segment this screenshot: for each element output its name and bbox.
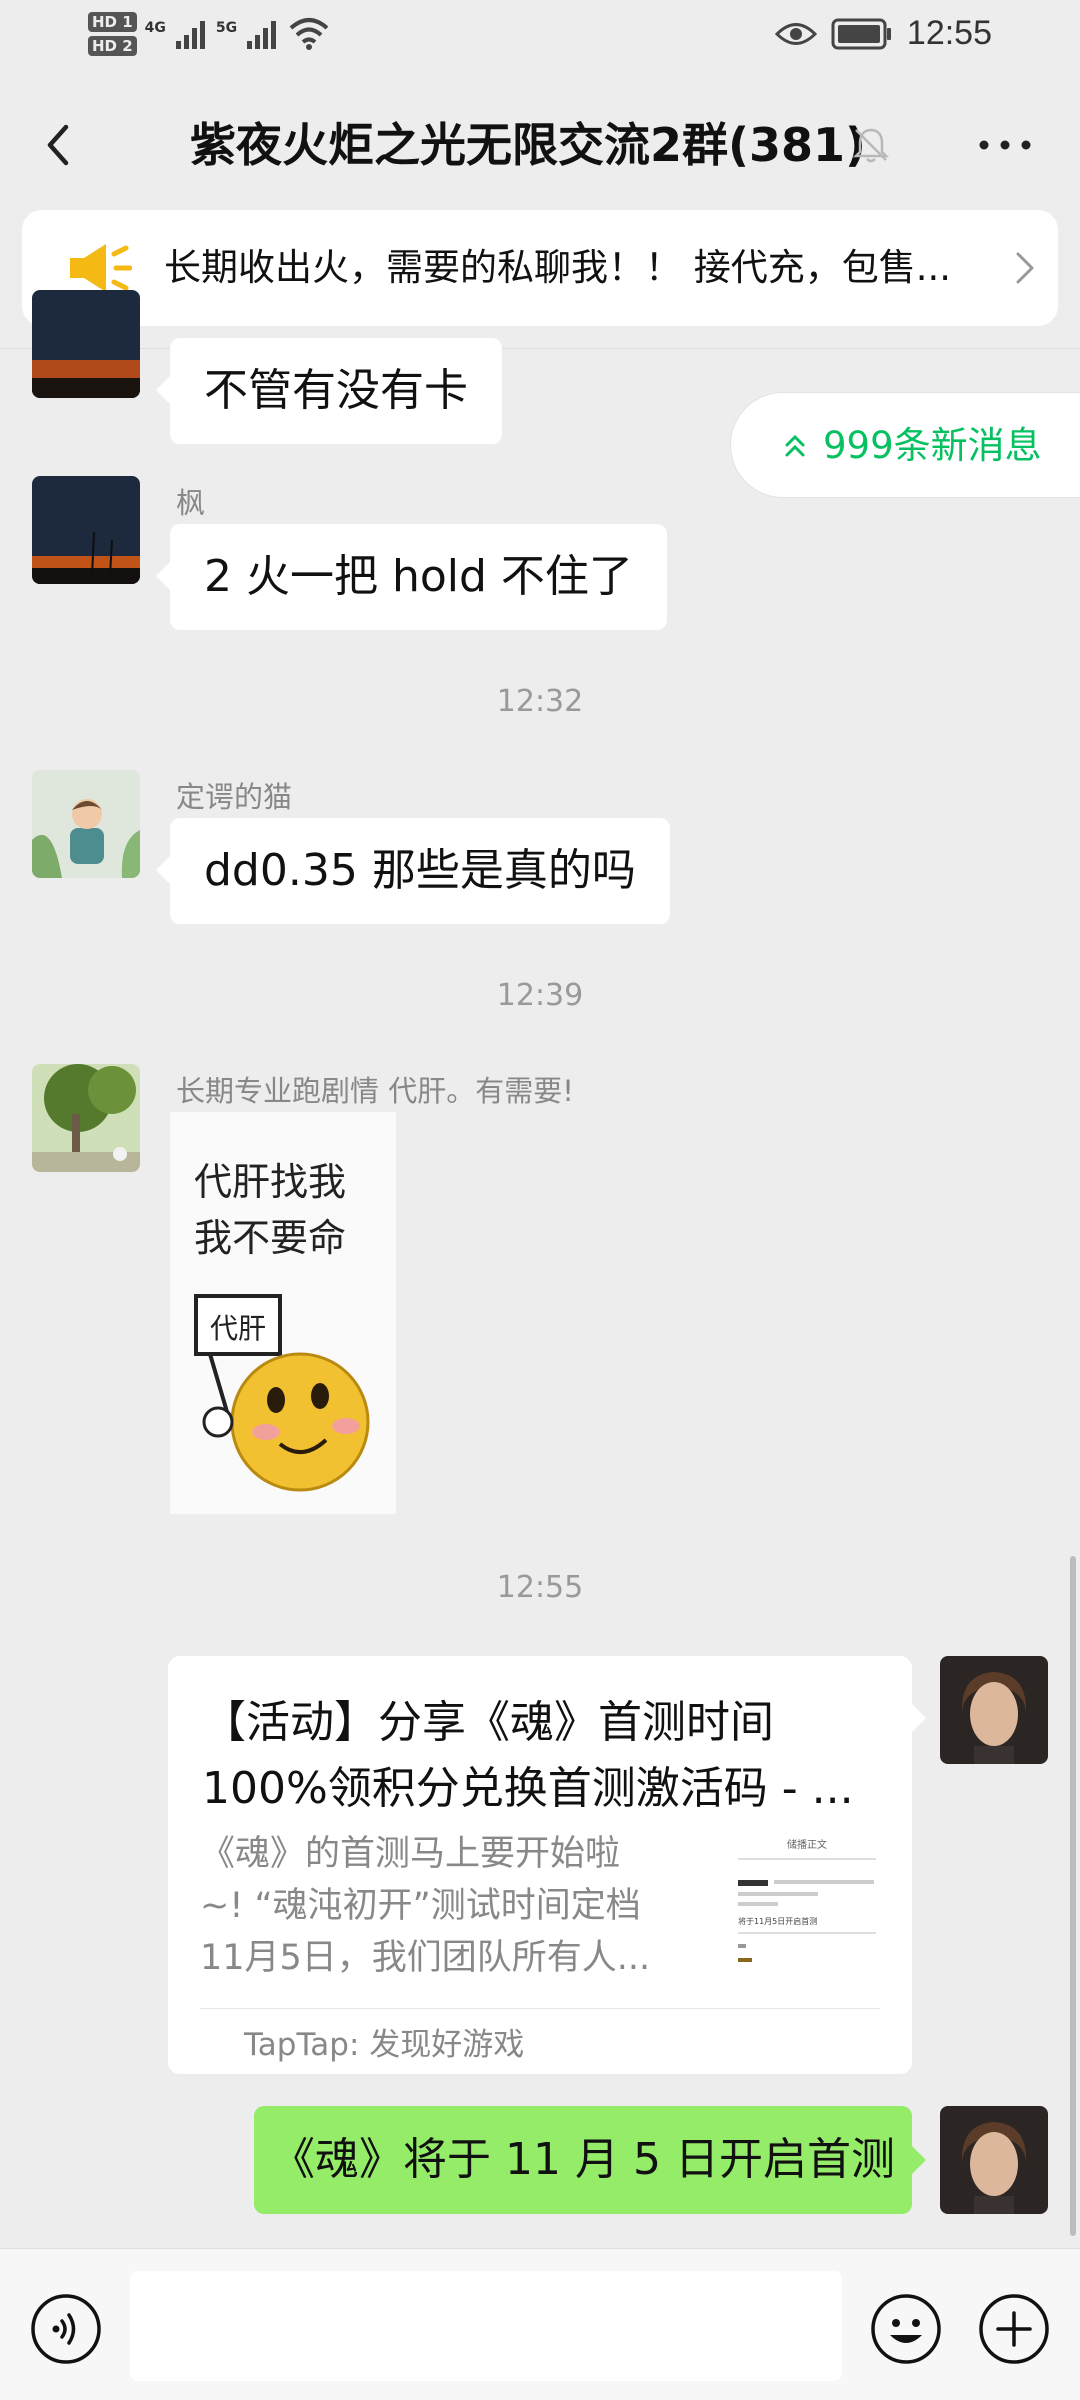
chat-title: 紫夜火炬之光无限交流2群(381) (190, 118, 867, 172)
link-source: TapTap: 发现好游戏 (244, 2027, 525, 2063)
battery-icon (831, 18, 891, 49)
signal-icon-2 (247, 21, 277, 49)
link-thumbnail: 储播正文 将于11月5日开启首测 (734, 1828, 880, 1974)
link-description-line: ~! “魂沌初开”测试时间定档 (200, 1886, 641, 1926)
link-description-line: 《魂》的首测马上要开始啦 (200, 1834, 621, 1874)
avatar[interactable] (32, 1064, 140, 1172)
link-description-line: 11月5日，我们团队所有人... (200, 1938, 651, 1978)
avatar-sunset (32, 290, 140, 398)
new-messages-button[interactable]: 999条新消息 (730, 392, 1080, 498)
thumbnail-preview: 储播正文 将于11月5日开启首测 (734, 1828, 880, 1974)
chevron-left-icon[interactable] (30, 115, 90, 175)
network-type-2: 5G (215, 20, 238, 36)
megaphone-icon (70, 244, 132, 292)
voice-icon[interactable] (30, 2293, 102, 2365)
more-icon[interactable] (970, 120, 1040, 170)
clock: 12:55 (906, 14, 992, 52)
message-bubble[interactable]: 不管有没有卡 (156, 338, 502, 444)
signal-icon (175, 21, 205, 49)
input-bar (0, 2248, 1080, 2400)
hd1-badge: HD 1 (88, 12, 137, 32)
wifi-icon (289, 18, 329, 50)
sticker-caption-line: 代肝找我 (194, 1160, 347, 1204)
link-title-line: 【活动】分享《魂》首测时间 (202, 1697, 774, 1748)
message-input[interactable] (130, 2271, 842, 2381)
bell-off-icon (852, 128, 890, 163)
emoji-icon[interactable] (870, 2293, 942, 2365)
sticker-image[interactable]: 代肝找我 我不要命 代肝 (170, 1112, 396, 1514)
chat-header: 紫夜火炬之光无限交流2群(381) (0, 80, 1080, 210)
timestamp: 12:32 (496, 684, 584, 719)
svg-text:代肝: 代肝 (210, 1312, 266, 1345)
divider (0, 348, 1080, 349)
plus-icon[interactable] (978, 2293, 1050, 2365)
my-avatar[interactable] (940, 1656, 1048, 1764)
network-type-1: 4G (144, 20, 166, 36)
thumbnail-snippet: 将于11月5日开启首测 (738, 1916, 817, 1926)
sender-name: 定谔的猫 (176, 780, 293, 814)
avatar[interactable] (32, 476, 140, 584)
sticker-caption-line: 我不要命 (194, 1216, 347, 1260)
avatar-tree (32, 1064, 140, 1172)
avatar-cartoon-boy (32, 770, 140, 878)
timestamp: 12:55 (496, 1570, 584, 1605)
avatar-portrait (940, 2106, 1048, 2214)
double-chevron-up-icon (785, 434, 805, 457)
message-bubble[interactable]: dd0.35 那些是真的吗 (156, 818, 670, 924)
new-messages-label: 999条新消息 (823, 424, 1042, 467)
link-title: 【活动】分享《魂》首测时间 100%领积分兑换首测激活码 - ... (202, 1690, 862, 1822)
sender-name: 长期专业跑剧情 代肝。有需要! (176, 1074, 574, 1108)
status-bar: HD 1 HD 2 4G 5G 12:55 (0, 0, 1080, 80)
announcement-text: 长期收出火，需要的私聊我！！ 接代充，包售... (164, 246, 952, 289)
avatar[interactable] (32, 290, 140, 398)
eye-icon (774, 22, 817, 45)
sender-name: 枫 (176, 486, 206, 520)
message-bubble[interactable]: 2 火一把 hold 不住了 (156, 524, 667, 630)
link-title-line: 100%领积分兑换首测激活码 - ... (202, 1763, 854, 1814)
hd2-badge: HD 2 (88, 36, 137, 56)
link-card[interactable]: 【活动】分享《魂》首测时间 100%领积分兑换首测激活码 - ... 《魂》的首… (168, 1656, 926, 2074)
pinned-announcement[interactable]: 长期收出火，需要的私聊我！！ 接代充，包售... (22, 210, 1058, 326)
link-description: 《魂》的首测马上要开始啦 ~! “魂沌初开”测试时间定档 11月5日，我们团队所… (200, 1828, 700, 1984)
avatar[interactable] (32, 770, 140, 878)
signal-indicators: HD 1 HD 2 4G 5G (88, 12, 331, 56)
avatar-portrait (940, 1656, 1048, 1764)
chevron-right-icon (1016, 252, 1034, 284)
link-divider (200, 2008, 880, 2009)
thumbnail-heading: 储播正文 (787, 1838, 827, 1851)
timestamp: 12:39 (496, 978, 584, 1013)
scrollbar[interactable] (1070, 1556, 1076, 2236)
my-message-bubble[interactable]: 《魂》将于 11 月 5 日开启首测 (254, 2106, 926, 2214)
my-avatar[interactable] (940, 2106, 1048, 2214)
smiley-face-icon: 代肝 (194, 1294, 370, 1492)
avatar-sunset (32, 476, 140, 584)
